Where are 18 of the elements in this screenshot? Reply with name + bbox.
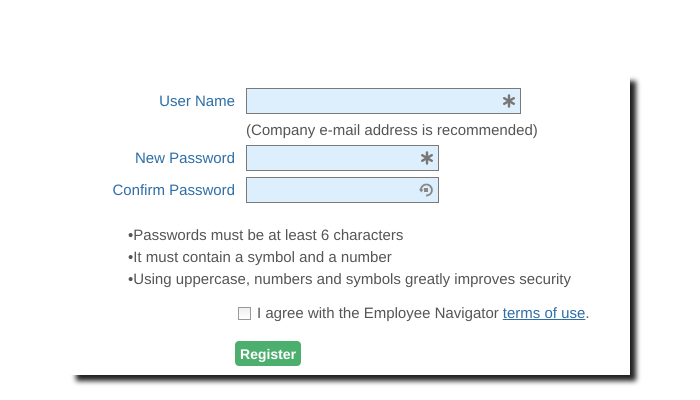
field-label: New Password	[134, 150, 235, 166]
agreement-text: I agree with the Employee Navigator	[257, 305, 499, 322]
register-button[interactable]: Register	[235, 341, 302, 366]
input-field[interactable]	[246, 88, 521, 114]
rule-text: •Using uppercase, numbers and symbols greatly improves security	[128, 270, 572, 290]
rule-text: •Passwords must be at least 6 characters	[128, 226, 404, 246]
terms-link[interactable]: terms of use	[502, 305, 586, 322]
field-label: Confirm Password	[111, 182, 235, 198]
rule-text: •It must contain a symbol and a number	[128, 248, 393, 268]
asterisk-icon	[420, 151, 434, 165]
input-field[interactable]	[246, 177, 439, 203]
hint-text: (Company e-mail address is recommended)	[246, 122, 539, 139]
field-label: User Name	[158, 92, 235, 110]
input-field[interactable]	[246, 145, 439, 171]
checkbox[interactable]	[238, 307, 251, 320]
period-text: .	[585, 305, 590, 322]
refresh-icon	[418, 182, 434, 198]
asterisk-icon	[502, 94, 516, 108]
